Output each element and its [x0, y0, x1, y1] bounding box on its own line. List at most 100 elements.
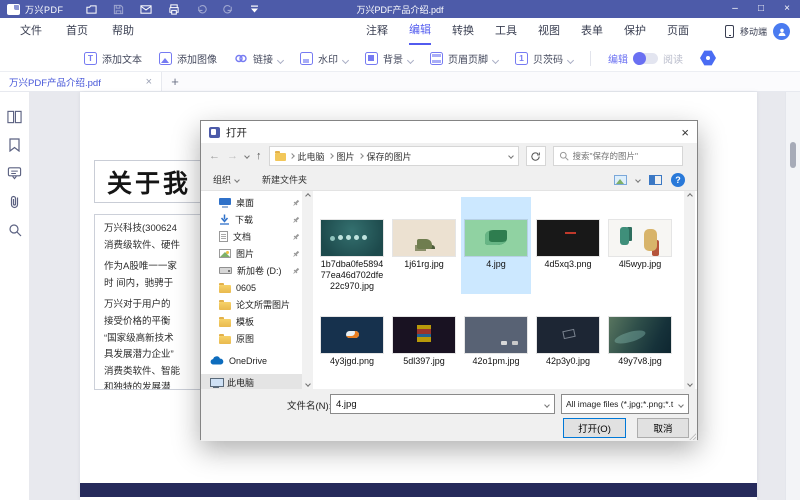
tree-item-0605[interactable]: 0605 — [201, 279, 313, 296]
tree-item-documents[interactable]: 文档 — [201, 228, 313, 245]
breadcrumb-saved-pictures[interactable]: 保存的图片 — [367, 150, 412, 163]
view-mode-caret-icon[interactable] — [635, 176, 641, 183]
avatar[interactable] — [773, 23, 790, 40]
window-maximize-button[interactable]: □ — [748, 0, 774, 18]
refresh-button[interactable] — [525, 146, 546, 166]
bates-number-button[interactable]: 1 贝茨码 — [515, 51, 575, 66]
scroll-up-arrow-icon[interactable] — [686, 193, 693, 199]
open-folder-icon[interactable] — [85, 4, 97, 15]
email-icon[interactable] — [139, 4, 152, 15]
mode-toggle-switch[interactable] — [633, 51, 658, 65]
cancel-button[interactable]: 取消 — [637, 418, 689, 438]
file-item[interactable]: 1j61rg.jpg — [389, 197, 459, 294]
file-item[interactable]: 4l5wyp.jpg — [605, 197, 675, 294]
window-close-button[interactable]: × — [774, 0, 800, 18]
scroll-down-arrow-icon[interactable] — [686, 381, 693, 387]
window-minimize-button[interactable]: – — [722, 0, 748, 18]
menu-home[interactable]: 首页 — [66, 18, 88, 45]
attachment-icon[interactable] — [8, 194, 21, 209]
tab-protect[interactable]: 保护 — [624, 18, 646, 45]
tree-item-desktop[interactable]: 桌面 — [201, 194, 313, 211]
bookmark-icon[interactable] — [8, 138, 21, 152]
header-footer-button[interactable]: 页眉页脚 — [430, 51, 500, 66]
edit-read-mode-toggle[interactable]: 编辑 阅读 — [608, 51, 683, 66]
file-item[interactable]: 42o1pm.jpg — [461, 294, 531, 369]
watermark-button[interactable]: 水印 — [300, 51, 350, 66]
file-name-combobox[interactable] — [330, 394, 555, 414]
tree-item-originals[interactable]: 原图 — [201, 330, 313, 347]
tree-item-new-volume-d[interactable]: 新加卷 (D:) — [201, 262, 313, 279]
menu-help[interactable]: 帮助 — [112, 18, 134, 45]
add-text-button[interactable]: T 添加文本 — [84, 51, 142, 66]
tab-tools[interactable]: 工具 — [495, 18, 517, 45]
chevron-right-icon — [357, 153, 364, 159]
tree-item-paper-images[interactable]: 论文所需图片 — [201, 296, 313, 313]
page-thumbnails-icon[interactable] — [7, 110, 22, 124]
open-button[interactable]: 打开(O) — [563, 418, 626, 438]
link-button[interactable]: 链接 — [234, 51, 285, 66]
file-list-scrollbar[interactable] — [684, 191, 695, 389]
resize-grip[interactable] — [689, 433, 696, 440]
address-dropdown-caret-icon[interactable] — [507, 153, 514, 159]
mobile-label[interactable]: 移动端 — [740, 25, 767, 38]
breadcrumb-pictures[interactable]: 图片 — [337, 150, 355, 163]
tab-form[interactable]: 表单 — [581, 18, 603, 45]
back-button[interactable]: ← — [209, 150, 220, 162]
tree-item-templates[interactable]: 模板 — [201, 313, 313, 330]
open-file-dialog: 打开 × ← → ↑ 此电脑 图片 保存的图片 组织 新建文件夹 — [200, 120, 698, 441]
preview-pane-icon[interactable] — [649, 174, 662, 185]
tree-item-downloads[interactable]: 下载 — [201, 211, 313, 228]
chevron-down-icon[interactable] — [544, 402, 550, 408]
new-tab-button[interactable]: + — [162, 72, 188, 91]
file-item[interactable]: 4d5xq3.png — [533, 197, 603, 294]
address-breadcrumb[interactable]: 此电脑 图片 保存的图片 — [268, 146, 519, 166]
document-tab-bar: 万兴PDF产品介绍.pdf × + — [0, 72, 800, 92]
menu-file[interactable]: 文件 — [20, 18, 42, 45]
document-heading: 关于我 — [107, 169, 192, 198]
tree-scrollbar[interactable] — [302, 191, 313, 389]
refresh-icon — [531, 151, 540, 161]
tab-close-icon[interactable]: × — [146, 76, 152, 88]
comments-icon[interactable] — [7, 166, 22, 180]
print-icon[interactable] — [168, 3, 180, 15]
dialog-command-bar: 组织 新建文件夹 ? — [201, 169, 697, 191]
dialog-close-button[interactable]: × — [681, 126, 689, 139]
recent-locations-caret-icon[interactable] — [244, 153, 250, 159]
scroll-down-arrow-icon[interactable] — [304, 381, 311, 387]
tab-convert[interactable]: 转换 — [452, 18, 474, 45]
new-folder-button[interactable]: 新建文件夹 — [262, 173, 307, 186]
breadcrumb-this-pc[interactable]: 此电脑 — [298, 150, 325, 163]
tab-page[interactable]: 页面 — [667, 18, 689, 45]
view-mode-icon[interactable] — [614, 174, 627, 185]
background-button[interactable]: 背景 — [365, 51, 415, 66]
document-scrollbar[interactable] — [785, 92, 800, 500]
organize-button[interactable]: 组织 — [213, 173, 240, 186]
file-type-combobox[interactable]: All image files (*.jpg;*.png;*.t — [561, 394, 689, 414]
file-item[interactable]: 42p3y0.jpg — [533, 294, 603, 369]
scroll-up-arrow-icon[interactable] — [304, 193, 311, 199]
tab-comment[interactable]: 注释 — [366, 18, 388, 45]
document-tab[interactable]: 万兴PDF产品介绍.pdf × — [0, 72, 162, 91]
search-icon[interactable] — [8, 223, 22, 237]
search-input[interactable] — [572, 151, 677, 161]
assistant-hexagon-icon[interactable] — [700, 50, 716, 66]
file-item[interactable]: 5dl397.jpg — [389, 294, 459, 369]
tree-item-pictures[interactable]: 图片 — [201, 245, 313, 262]
forward-button[interactable]: → — [227, 150, 238, 162]
up-button[interactable]: ↑ — [256, 150, 262, 162]
help-button[interactable]: ? — [671, 172, 685, 187]
tree-item-onedrive[interactable]: OneDrive — [201, 352, 313, 369]
save-icon[interactable] — [113, 4, 124, 15]
dialog-search-box[interactable] — [552, 146, 683, 166]
file-name-input[interactable] — [336, 398, 538, 410]
add-image-button[interactable]: 添加图像 — [159, 51, 217, 66]
background-icon — [365, 51, 378, 65]
tab-edit[interactable]: 编辑 — [409, 18, 431, 45]
file-item[interactable]: 49y7v8.jpg — [605, 294, 675, 369]
tab-view[interactable]: 视图 — [538, 18, 560, 45]
scrollbar-thumb[interactable] — [790, 142, 796, 168]
file-item[interactable]: 1b7dba0fe589477ea46d702dfe22c970.jpg — [317, 197, 387, 294]
file-item[interactable]: 4y3jgd.png — [317, 294, 387, 369]
file-item-selected[interactable]: 4.jpg — [461, 197, 531, 294]
file-thumbnail — [537, 220, 599, 256]
